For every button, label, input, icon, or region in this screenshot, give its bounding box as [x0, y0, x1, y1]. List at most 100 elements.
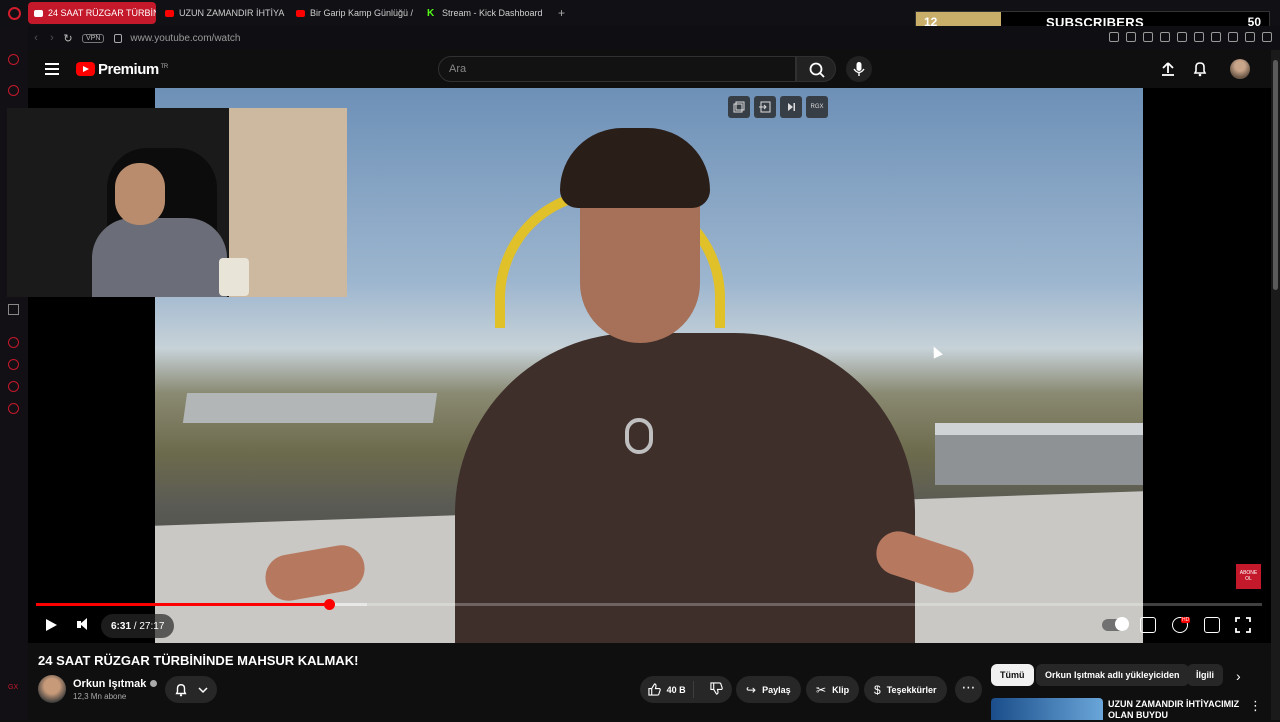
clip-label: Klip: [832, 684, 850, 695]
lock-icon[interactable]: [114, 33, 123, 43]
clip-button[interactable]: ✂ Klip: [806, 676, 860, 703]
recommended-video-menu-icon[interactable]: ⋮: [1249, 698, 1262, 714]
webcam-streamer-body: [92, 218, 227, 297]
chevron-down-icon: [198, 686, 208, 693]
chevron-right-icon[interactable]: ›: [1236, 668, 1241, 684]
autoplay-toggle[interactable]: [1102, 617, 1129, 631]
download-icon[interactable]: [1245, 32, 1255, 42]
upload-icon[interactable]: [1160, 61, 1176, 77]
progress-scrubber[interactable]: [324, 599, 335, 610]
tab-label: 24 SAAT RÜZGAR TÜRBİNİ: [48, 8, 156, 18]
subscribe-watermark[interactable]: ABONE OL: [1236, 564, 1261, 589]
youtube-brand[interactable]: Premium TR: [98, 61, 168, 78]
fullscreen-icon[interactable]: [1235, 617, 1251, 633]
bell-icon[interactable]: [1192, 61, 1208, 77]
channel-avatar[interactable]: [38, 675, 66, 703]
progress-bar[interactable]: [36, 599, 1262, 610]
channel-subscribers: 12,3 Mn abone: [73, 692, 127, 701]
tab-kamp-gunlugu[interactable]: Bir Garip Kamp Günlüğü /: [290, 2, 418, 24]
subtitles-icon[interactable]: [1140, 617, 1156, 633]
current-time: 6:31: [111, 620, 132, 632]
sidebar-refresh-icon[interactable]: [8, 54, 19, 65]
vpn-badge[interactable]: VPN: [82, 33, 105, 43]
back-icon[interactable]: ‹: [28, 32, 44, 44]
tab-label: Bir Garip Kamp Günlüğü /: [310, 8, 414, 18]
page-scrollbar[interactable]: [1271, 50, 1280, 720]
like-count: 40 B: [666, 684, 686, 695]
forward-icon[interactable]: ›: [44, 32, 60, 44]
voice-search-button[interactable]: [846, 56, 872, 82]
extension-icon[interactable]: [1126, 32, 1136, 42]
chip-all[interactable]: Tümü: [991, 664, 1034, 686]
time-separator: /: [131, 620, 140, 632]
thumbs-down-icon: [709, 681, 723, 695]
video-scene-building: [935, 423, 1143, 485]
tab-uzun-zamandir[interactable]: UZUN ZAMANDIR İHTİYA: [159, 2, 287, 24]
youtube-logo-icon[interactable]: [76, 62, 95, 76]
skip-icon[interactable]: [780, 96, 802, 118]
sidebar-settings-icon[interactable]: [8, 403, 19, 414]
share-icon: ↪: [746, 682, 757, 697]
webcam-streamer-head: [115, 163, 165, 225]
enter-icon[interactable]: [754, 96, 776, 118]
tab-turbine-video[interactable]: 24 SAAT RÜZGAR TÜRBİNİ: [28, 2, 156, 24]
recommended-video-title[interactable]: UZUN ZAMANDIR İHTİYACIMIZ OLAN BUYDU: [1108, 699, 1248, 722]
extension-icons: [1109, 32, 1272, 42]
video-scene-person: [455, 333, 915, 643]
channel-name-text: Orkun Işıtmak: [73, 678, 147, 690]
sidebar-messenger-icon[interactable]: [8, 337, 19, 348]
chip-from-uploader[interactable]: Orkun Işıtmak adlı yükleyiciden: [1036, 664, 1189, 686]
dislike-button[interactable]: [700, 681, 732, 698]
tab-kick-dashboard[interactable]: K Stream - Kick Dashboard: [421, 2, 549, 24]
chip-related[interactable]: İlgili: [1187, 664, 1223, 686]
rgx-button[interactable]: RGX: [806, 96, 828, 118]
miniplayer-icon[interactable]: [1204, 617, 1220, 633]
play-icon[interactable]: [42, 616, 60, 634]
sidebar-gx-icon[interactable]: [8, 85, 19, 96]
youtube-icon: [296, 9, 305, 17]
extension-icon[interactable]: [1109, 32, 1119, 42]
share-label: Paylaş: [762, 684, 791, 695]
address-bar: ‹ › ↻ VPN www.youtube.com/watch: [28, 26, 1280, 50]
kick-icon: K: [427, 7, 435, 19]
menu-icon[interactable]: [45, 63, 59, 75]
extension-icon[interactable]: [1160, 32, 1170, 42]
extension-icon[interactable]: [1143, 32, 1153, 42]
bell-icon: [175, 683, 187, 696]
scrollbar-thumb[interactable]: [1273, 60, 1278, 290]
reload-icon[interactable]: ↻: [60, 32, 76, 45]
sidebar-history-icon[interactable]: [8, 359, 19, 370]
time-display: 6:31 / 27:17: [101, 614, 175, 638]
more-actions-button[interactable]: ⋯: [955, 676, 982, 703]
avatar[interactable]: [1230, 59, 1250, 79]
url-field[interactable]: www.youtube.com/watch: [130, 33, 240, 44]
popout-icon[interactable]: [728, 96, 750, 118]
like-button[interactable]: 40 B: [640, 681, 695, 698]
share-button[interactable]: ↪ Paylaş: [736, 676, 801, 703]
thanks-button[interactable]: $ Teşekkürler: [864, 676, 947, 703]
recommended-video-thumbnail[interactable]: [991, 698, 1103, 720]
subscription-bell-button[interactable]: [165, 676, 217, 703]
video-scene-person-hair: [560, 128, 710, 208]
search-button[interactable]: [796, 56, 836, 82]
extension-icon[interactable]: [1177, 32, 1187, 42]
verified-icon: [150, 680, 158, 687]
search-icon: [809, 62, 825, 78]
video-scene-carabiner: [625, 418, 653, 454]
search-input[interactable]: Ara: [438, 56, 796, 82]
browser-menu-icon[interactable]: [1262, 32, 1272, 42]
extension-icon[interactable]: [1194, 32, 1204, 42]
extension-icon[interactable]: [1211, 32, 1221, 42]
volume-icon[interactable]: [75, 616, 93, 634]
new-tab-button[interactable]: +: [558, 6, 565, 20]
brand-region: TR: [160, 64, 169, 70]
progress-played: [36, 603, 329, 606]
sidebar-apps-icon[interactable]: [8, 304, 19, 315]
extension-icon[interactable]: [1228, 32, 1238, 42]
browser-logo-icon[interactable]: [0, 0, 28, 26]
tab-label: Stream - Kick Dashboard: [442, 8, 543, 18]
tab-label: UZUN ZAMANDIR İHTİYA: [179, 8, 285, 18]
channel-name[interactable]: Orkun Işıtmak: [73, 678, 158, 690]
overlay-top-buttons: RGX: [728, 96, 828, 118]
sidebar-extensions-icon[interactable]: [8, 381, 19, 392]
